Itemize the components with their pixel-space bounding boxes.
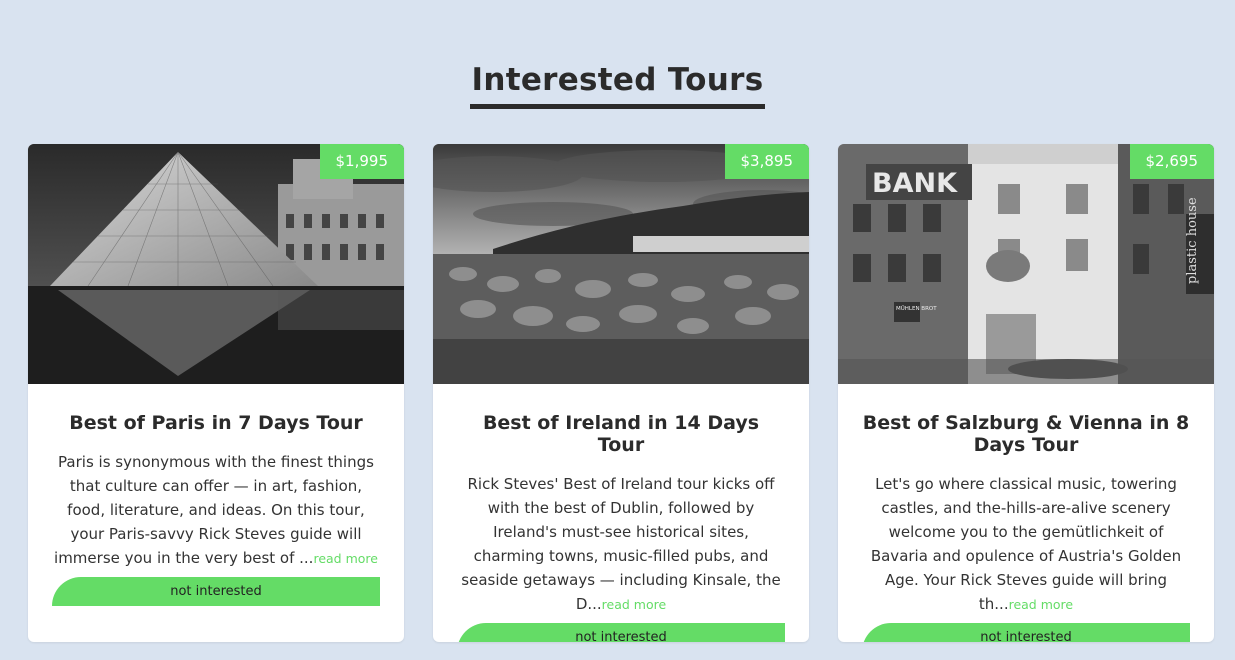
section-header: Interested Tours — [0, 62, 1235, 109]
louvre-pyramid-image — [28, 144, 404, 384]
tour-card: $3,895 Best of Ireland in 14 Days Tour R… — [433, 144, 809, 642]
tour-card: BANK plastic house MÜHLEN BROT $2,695 Be… — [838, 144, 1214, 642]
section-title: Interested Tours — [469, 62, 766, 109]
description-text: Rick Steves' Best of Ireland tour kicks … — [461, 475, 781, 613]
vienna-street-image: BANK plastic house MÜHLEN BROT — [838, 144, 1214, 384]
read-more-link[interactable]: read more — [1009, 597, 1074, 612]
tour-card: $1,995 Best of Paris in 7 Days Tour Pari… — [28, 144, 404, 642]
read-more-link[interactable]: read more — [313, 551, 378, 566]
shop-sign-text: plastic house — [1185, 197, 1200, 284]
tour-photo-paris: $1,995 — [28, 144, 404, 384]
tour-title: Best of Paris in 7 Days Tour — [69, 412, 363, 434]
description-text: Paris is synonymous with the finest thin… — [54, 453, 374, 567]
not-interested-button[interactable]: not interested — [457, 623, 785, 642]
tour-description: Let's go where classical music, towering… — [862, 472, 1190, 617]
price-badge: $1,995 — [319, 144, 404, 179]
tour-photo-vienna: BANK plastic house MÜHLEN BROT $2,695 — [838, 144, 1214, 384]
tour-title: Best of Salzburg & Vienna in 8 Days Tour — [862, 412, 1190, 456]
tour-description: Paris is synonymous with the finest thin… — [52, 450, 380, 571]
bank-sign-text: BANK — [872, 168, 958, 199]
not-interested-button[interactable]: not interested — [52, 577, 380, 606]
description-text: Let's go where classical music, towering… — [870, 475, 1182, 613]
read-more-link[interactable]: read more — [602, 597, 667, 612]
irish-coast-image — [433, 144, 809, 384]
bakery-sign-text: MÜHLEN BROT — [896, 305, 937, 312]
tour-photo-ireland: $3,895 — [433, 144, 809, 384]
tour-title: Best of Ireland in 14 Days Tour — [482, 412, 760, 456]
tour-description: Rick Steves' Best of Ireland tour kicks … — [457, 472, 785, 617]
not-interested-button[interactable]: not interested — [862, 623, 1190, 642]
price-badge: $2,695 — [1129, 144, 1214, 179]
price-badge: $3,895 — [724, 144, 809, 179]
